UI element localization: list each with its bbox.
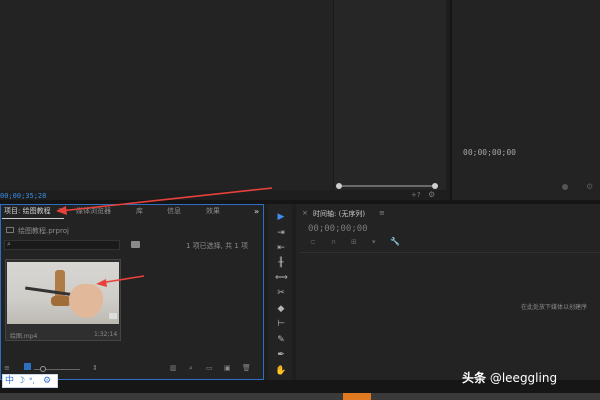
close-icon[interactable]: × bbox=[302, 209, 308, 217]
source-monitor-side bbox=[333, 0, 446, 190]
rate-stretch-icon[interactable]: ⟺ bbox=[275, 273, 288, 283]
status-strip bbox=[0, 393, 600, 400]
active-tab-underline bbox=[2, 218, 64, 219]
project-file-icon bbox=[6, 227, 14, 233]
search-input[interactable] bbox=[4, 240, 120, 250]
timeline-timecode[interactable]: 00;00;00;00 bbox=[308, 224, 368, 234]
gear-icon[interactable]: ⚙ bbox=[43, 375, 51, 387]
icon-view-icon[interactable] bbox=[24, 363, 31, 370]
find-icon[interactable]: ⌕ bbox=[189, 364, 193, 373]
trash-icon[interactable]: 🗑 bbox=[242, 364, 251, 372]
scroll-handle-left[interactable] bbox=[336, 183, 342, 189]
hand-icon[interactable]: ✋ bbox=[275, 366, 287, 376]
scroll-handle-right[interactable] bbox=[432, 183, 438, 189]
watermark: 头条 @leeggling bbox=[462, 369, 557, 386]
stick-shape bbox=[25, 286, 75, 297]
razor-icon[interactable]: ✂ bbox=[275, 288, 287, 298]
source-more-icon[interactable]: +? bbox=[411, 191, 421, 199]
snap-icon[interactable]: ∩ bbox=[331, 238, 336, 246]
moon-icon[interactable]: ☽ bbox=[17, 375, 25, 387]
tab-menu-icon[interactable]: ≡ bbox=[58, 206, 64, 214]
new-bin-icon[interactable]: ▭ bbox=[206, 364, 213, 372]
zoom-slider-handle[interactable] bbox=[40, 366, 46, 372]
slip-icon[interactable]: ◆ bbox=[275, 304, 287, 314]
pen-icon[interactable]: ✎ bbox=[275, 335, 287, 345]
list-view-icon[interactable]: ≡ bbox=[4, 364, 10, 372]
nest-icon[interactable]: ⊂ bbox=[310, 238, 316, 246]
hand-shape bbox=[69, 284, 103, 318]
wood-base-shape bbox=[51, 296, 71, 306]
search-icon: ⌕ bbox=[7, 240, 11, 248]
tab-media-browser[interactable]: 媒体浏览器 bbox=[76, 206, 111, 216]
add-marker-icon[interactable]: ▾ bbox=[372, 238, 376, 246]
tab-info[interactable]: 信息 bbox=[167, 206, 181, 216]
tab-effects[interactable]: 效果 bbox=[206, 206, 220, 216]
clip-thumbnail[interactable] bbox=[7, 262, 119, 324]
clip-name: 绘图.mp4 bbox=[10, 333, 38, 340]
settings-icon[interactable]: ⚙ bbox=[586, 182, 593, 191]
settings-icon[interactable]: ⚙ bbox=[428, 191, 436, 199]
timeline-title[interactable]: 时间轴: (无序列) bbox=[313, 209, 365, 219]
ime-mode-toggle[interactable]: 中 bbox=[5, 375, 14, 387]
slide-icon[interactable]: ⊢ bbox=[275, 319, 287, 329]
ripple-edit-icon[interactable]: ⇤ bbox=[275, 243, 287, 253]
program-monitor[interactable] bbox=[450, 0, 600, 200]
tab-project[interactable]: 项目: 绘图教程 bbox=[4, 206, 51, 216]
punctuation-toggle[interactable]: °, bbox=[29, 375, 35, 387]
clip-type-badge bbox=[109, 313, 117, 319]
timeline-drop-hint: 在此处放下媒体以创建序 bbox=[521, 304, 588, 311]
rolling-edit-icon[interactable]: ╫ bbox=[275, 258, 287, 268]
source-monitor[interactable] bbox=[0, 0, 333, 190]
selection-status: 1 项已选择, 共 1 项 bbox=[186, 242, 249, 250]
status-indicator bbox=[343, 393, 371, 400]
linked-selection-icon[interactable]: ⊞ bbox=[351, 238, 357, 246]
selection-tool-icon[interactable]: ▶ bbox=[275, 212, 287, 222]
source-zoom-scrollbar[interactable] bbox=[336, 183, 438, 189]
bin-icon[interactable] bbox=[131, 241, 140, 248]
marker-icon[interactable] bbox=[562, 184, 568, 190]
new-item-icon[interactable]: ▣ bbox=[224, 364, 231, 372]
timeline-ruler bbox=[300, 252, 600, 253]
sort-icon[interactable]: ⇕ bbox=[92, 364, 98, 372]
clip-duration: 1;32;14 bbox=[94, 331, 118, 338]
automate-icon[interactable]: ▥ bbox=[170, 364, 177, 372]
program-timecode[interactable]: 00;00;00;00 bbox=[463, 148, 516, 157]
timeline-menu-icon[interactable]: ≡ bbox=[379, 209, 385, 217]
wrench-icon[interactable]: 🔧 bbox=[390, 237, 400, 246]
watermark-brand: 头条 bbox=[462, 371, 487, 385]
source-timecode[interactable]: 00;00;35;28 bbox=[0, 192, 46, 200]
more-tabs-icon[interactable]: » bbox=[254, 207, 259, 216]
project-filename: 绘图教程.prproj bbox=[18, 227, 69, 235]
type-icon[interactable]: ✒ bbox=[275, 350, 287, 360]
watermark-handle: @leeggling bbox=[489, 371, 558, 385]
tab-libraries[interactable]: 库 bbox=[136, 206, 143, 216]
track-select-icon[interactable]: ⇥ bbox=[275, 228, 287, 238]
